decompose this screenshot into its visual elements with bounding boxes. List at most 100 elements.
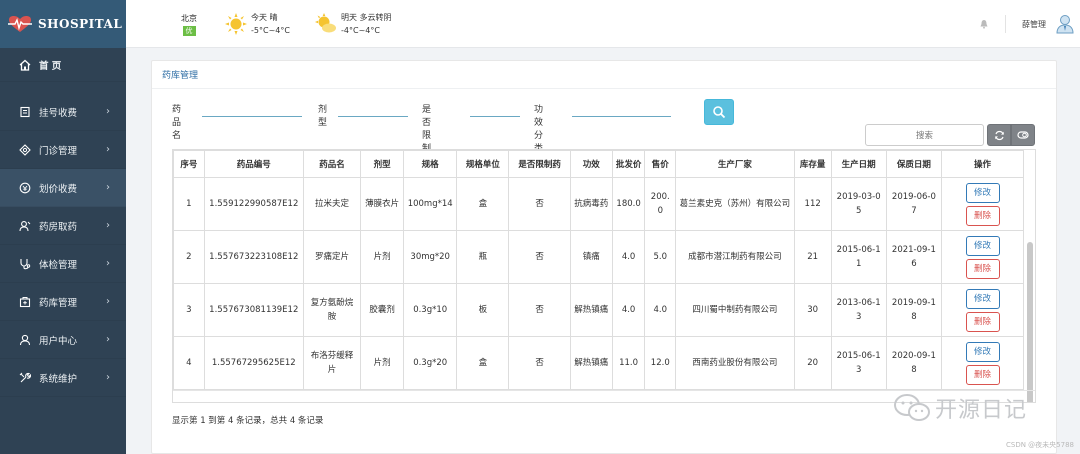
table-cell: 葛兰素史克（苏州）有限公司 bbox=[675, 177, 795, 231]
table-cell: 2019-09-18 bbox=[885, 283, 943, 337]
col-header[interactable]: 保质日期 bbox=[885, 150, 943, 178]
drug-table-container: 序号 药品编号 药品名 剂型 规格 规格单位 是否限制药 功效 批发价 售价 生… bbox=[172, 149, 1036, 403]
table-cell: 2015-06-13 bbox=[830, 336, 887, 390]
edit-button[interactable]: 修改 bbox=[965, 288, 1000, 309]
table-cell: 30mg*20 bbox=[403, 230, 458, 284]
search-button[interactable] bbox=[704, 99, 734, 125]
table-row: 1 1.559122990587E12 拉米夫定 薄膜衣片 100mg*14 盒… bbox=[173, 177, 1024, 231]
drug-name-input[interactable] bbox=[202, 101, 302, 117]
sidebar-item-label: 挂号收费 bbox=[39, 107, 78, 119]
col-header[interactable]: 生产厂家 bbox=[675, 150, 795, 178]
heartbeat-logo-icon bbox=[8, 16, 32, 32]
chevron-right-icon: › bbox=[106, 258, 110, 269]
username[interactable]: 薛管理 bbox=[1022, 19, 1046, 30]
delete-button[interactable]: 删除 bbox=[965, 364, 1000, 385]
sidebar-item-registration[interactable]: 挂号收费 › bbox=[0, 93, 126, 131]
table-cell: 4.0 bbox=[644, 283, 677, 337]
csdn-credit: CSDN @夜未央5788 bbox=[1006, 441, 1074, 449]
chevron-right-icon: › bbox=[106, 144, 110, 155]
table-row: 4 1.55767295625E12 布洛芬缓释片 片剂 0.3g*20 盒 否… bbox=[173, 336, 1024, 390]
table-cell: 2019-06-07 bbox=[885, 177, 943, 231]
dosage-form-input[interactable] bbox=[338, 101, 408, 117]
table-cell: 盒 bbox=[456, 336, 510, 390]
col-header[interactable]: 药品编号 bbox=[203, 150, 304, 178]
clinic-icon bbox=[19, 143, 31, 156]
table-cell: 0.3g*10 bbox=[403, 283, 458, 337]
col-header[interactable]: 规格 bbox=[403, 150, 458, 178]
col-header[interactable]: 售价 bbox=[644, 150, 677, 178]
category-input[interactable] bbox=[572, 101, 671, 117]
table-cell: 否 bbox=[508, 336, 571, 390]
table-cell: 否 bbox=[508, 283, 571, 337]
sidebar-item-warehouse[interactable]: 药库管理 › bbox=[0, 283, 126, 321]
divider bbox=[1005, 15, 1006, 33]
table-cell: 布洛芬缓释片 bbox=[302, 336, 362, 390]
sidebar-item-clinic[interactable]: 门诊管理 › bbox=[0, 131, 126, 169]
table-cell: 30 bbox=[793, 283, 832, 337]
col-header[interactable]: 剂型 bbox=[360, 150, 405, 178]
toggle-view-button[interactable] bbox=[1011, 124, 1035, 146]
chevron-right-icon: › bbox=[106, 296, 110, 307]
table-cell: 1 bbox=[173, 177, 205, 231]
table-cell: 12.0 bbox=[644, 336, 677, 390]
col-header[interactable]: 是否限制药 bbox=[508, 150, 571, 178]
table-header-row: 序号 药品编号 药品名 剂型 规格 规格单位 是否限制药 功效 批发价 售价 生… bbox=[173, 150, 1024, 178]
wechat-logo-icon bbox=[894, 394, 930, 421]
sidebar-item-label: 首 页 bbox=[39, 60, 62, 72]
table-cell: 112 bbox=[793, 177, 832, 231]
bell-icon[interactable] bbox=[979, 19, 989, 29]
watermark-text: 开源日记 bbox=[935, 398, 1028, 423]
col-header[interactable]: 批发价 bbox=[611, 150, 646, 178]
table-cell: 薄膜衣片 bbox=[360, 177, 405, 231]
col-header[interactable]: 药品名 bbox=[302, 150, 362, 178]
sidebar-item-pharmacy[interactable]: 药房取药 › bbox=[0, 207, 126, 245]
col-header[interactable]: 功效 bbox=[569, 150, 613, 178]
col-header[interactable]: 库存量 bbox=[793, 150, 832, 178]
table-cell: 4.0 bbox=[611, 230, 646, 284]
table-cell: 板 bbox=[456, 283, 510, 337]
col-header[interactable]: 生产日期 bbox=[830, 150, 887, 178]
table-cell: 2021-09-16 bbox=[885, 230, 943, 284]
ops-cell: 修改 删除 bbox=[941, 230, 1024, 284]
table-cell: 2015-06-11 bbox=[830, 230, 887, 284]
table-cell: 抗病毒药 bbox=[569, 177, 613, 231]
edit-button[interactable]: 修改 bbox=[965, 341, 1000, 362]
table-search-input[interactable] bbox=[865, 124, 984, 146]
register-icon bbox=[19, 106, 31, 118]
delete-button[interactable]: 删除 bbox=[965, 258, 1000, 279]
delete-button[interactable]: 删除 bbox=[965, 311, 1000, 332]
sidebar-item-checkup[interactable]: 体检管理 › bbox=[0, 245, 126, 283]
delete-button[interactable]: 删除 bbox=[965, 205, 1000, 226]
col-header[interactable]: 规格单位 bbox=[456, 150, 510, 178]
table-cell: 2019-03-05 bbox=[830, 177, 887, 231]
refresh-button[interactable] bbox=[987, 124, 1011, 146]
aqi-badge: 优 bbox=[182, 26, 196, 36]
sidebar-item-system[interactable]: 系统维护 › bbox=[0, 359, 126, 397]
table-cell: 罗痛定片 bbox=[302, 230, 362, 284]
table-cell: 5.0 bbox=[644, 230, 677, 284]
panel-header: 药库管理 bbox=[152, 61, 1056, 89]
table-cell: 否 bbox=[508, 177, 571, 231]
table-cell: 瓶 bbox=[456, 230, 510, 284]
table-cell: 1.557673081139E12 bbox=[203, 283, 304, 337]
restricted-input[interactable] bbox=[470, 101, 520, 117]
table-cell: 解热镇痛 bbox=[569, 336, 613, 390]
page-title: 药库管理 bbox=[162, 71, 199, 81]
sidebar-item-label: 门诊管理 bbox=[39, 145, 78, 157]
checkup-icon bbox=[19, 258, 31, 270]
chevron-right-icon: › bbox=[106, 220, 110, 231]
edit-button[interactable]: 修改 bbox=[965, 182, 1000, 203]
sidebar: SHOSPITAL 首 页 挂号收费 › 门诊管理 › 划价收费 › 药房取药 … bbox=[0, 0, 126, 454]
sidebar-item-billing[interactable]: 划价收费 › bbox=[0, 169, 126, 207]
col-header[interactable]: 序号 bbox=[173, 150, 205, 178]
weather-today-temp: -5°C~4°C bbox=[251, 26, 290, 35]
user-icon bbox=[19, 334, 31, 346]
table-cell: 片剂 bbox=[360, 230, 405, 284]
table-toolbar bbox=[987, 124, 1035, 146]
vertical-scrollbar[interactable] bbox=[1027, 242, 1033, 402]
edit-button[interactable]: 修改 bbox=[965, 235, 1000, 256]
avatar[interactable] bbox=[1056, 14, 1074, 34]
table-cell: 2 bbox=[173, 230, 205, 284]
sidebar-item-home[interactable]: 首 页 bbox=[0, 48, 126, 82]
sidebar-item-user-center[interactable]: 用户中心 › bbox=[0, 321, 126, 359]
